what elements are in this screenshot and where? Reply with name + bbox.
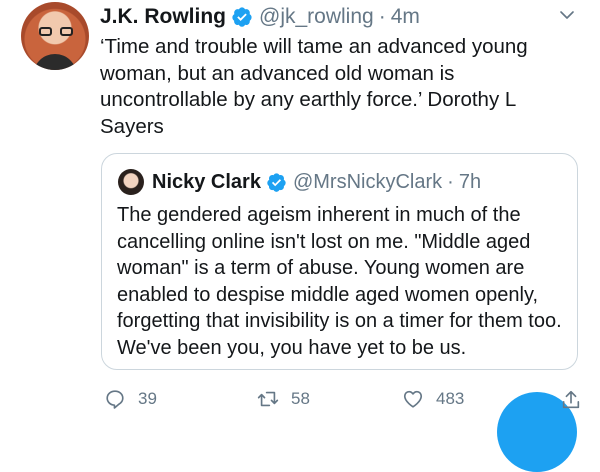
tweet-timestamp[interactable]: 4m bbox=[391, 5, 420, 29]
verified-badge-icon bbox=[267, 172, 286, 192]
retweet-icon bbox=[257, 391, 279, 407]
separator-dot: · bbox=[378, 5, 386, 28]
like-icon bbox=[403, 390, 423, 408]
quoted-tweet-header: Nicky Clark @MrsNickyClark · 7h bbox=[152, 169, 481, 195]
author-avatar[interactable] bbox=[21, 2, 89, 70]
verified-badge-icon bbox=[232, 7, 252, 27]
reply-icon bbox=[106, 390, 124, 409]
glasses-graphic bbox=[39, 27, 73, 37]
quoted-author-handle: @MrsNickyClark bbox=[292, 170, 443, 193]
reply-count: 39 bbox=[138, 389, 157, 408]
separator-dot: · bbox=[447, 170, 454, 193]
shirt-graphic bbox=[33, 54, 77, 70]
author-name[interactable]: J.K. Rowling bbox=[100, 5, 226, 29]
retweet-button[interactable]: 58 bbox=[257, 388, 310, 410]
quoted-author-avatar bbox=[118, 169, 144, 195]
author-handle[interactable]: @jk_rowling bbox=[259, 5, 374, 29]
reply-button[interactable]: 39 bbox=[104, 388, 157, 410]
tweet-text: ‘Time and trouble will tame an advanced … bbox=[100, 35, 528, 138]
chevron-down-icon[interactable] bbox=[558, 6, 576, 24]
tweet-header: J.K. Rowling @jk_rowling · 4m bbox=[100, 4, 420, 30]
like-button[interactable]: 483 bbox=[402, 388, 464, 410]
quoted-author-name: Nicky Clark bbox=[152, 170, 261, 193]
share-icon[interactable] bbox=[560, 389, 582, 411]
like-count: 483 bbox=[436, 389, 465, 408]
quoted-tweet[interactable]: Nicky Clark @MrsNickyClark · 7h The gend… bbox=[101, 153, 578, 370]
quoted-tweet-timestamp: 7h bbox=[458, 170, 482, 193]
quoted-tweet-text: The gendered ageism inherent in much of … bbox=[117, 204, 562, 359]
retweet-count: 58 bbox=[291, 389, 310, 408]
